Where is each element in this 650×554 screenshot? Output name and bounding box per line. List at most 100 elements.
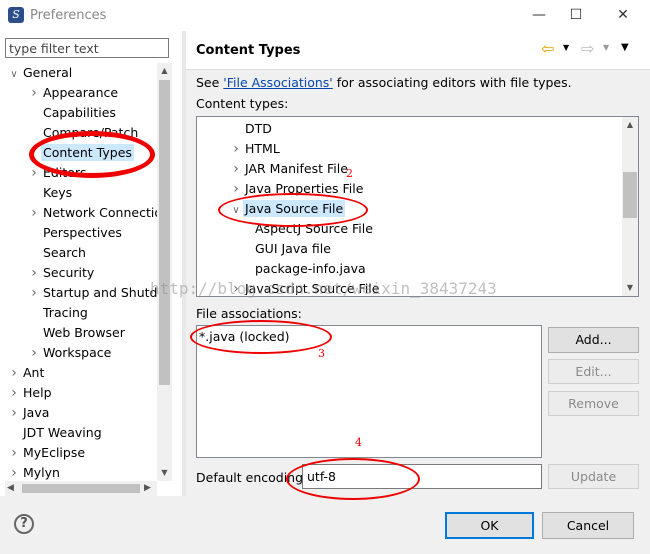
content-type-label: GUI Java file — [255, 241, 331, 256]
tree-label: Workspace — [43, 345, 112, 360]
tree-item[interactable]: › Workspace — [5, 343, 157, 363]
tree-label: Keys — [43, 185, 73, 200]
panel-divider[interactable] — [182, 31, 186, 496]
app-icon: S — [8, 7, 24, 23]
collapsed-chevron-icon[interactable]: › — [27, 203, 41, 223]
preferences-tree: ∨ General › Appearance Capabilities Compare/P… — [5, 63, 157, 481]
remove-button[interactable]: Remove — [548, 391, 639, 416]
add-button[interactable]: Add... — [548, 327, 639, 353]
collapsed-chevron-icon[interactable]: › — [7, 463, 21, 481]
tree-item[interactable]: Search — [5, 243, 157, 263]
ct-scroll-down-icon[interactable]: ▼ — [623, 283, 637, 292]
content-type-label: HTML — [245, 141, 280, 156]
content-type-item[interactable]: › HTML — [219, 139, 619, 159]
forward-arrow-icon[interactable]: ⇨ — [581, 39, 594, 58]
tree-label: MyEclipse — [23, 445, 86, 460]
content-type-item[interactable]: DTD — [219, 119, 619, 139]
collapsed-chevron-icon[interactable]: › — [27, 283, 41, 303]
tree-item[interactable]: ›Network Connections — [5, 203, 157, 223]
tree-item[interactable]: Capabilities — [5, 103, 157, 123]
annotation-ellipse-4 — [286, 458, 420, 500]
annotation-ellipse-2 — [218, 193, 368, 227]
tree-label: Appearance — [43, 85, 119, 100]
tree-label: Mylyn — [23, 465, 60, 480]
content-type-label: DTD — [245, 121, 272, 136]
tree-label: Startup and Shutdown — [43, 285, 157, 300]
tree-item[interactable]: › MyEclipse — [5, 443, 157, 463]
edit-button[interactable]: Edit... — [548, 359, 639, 384]
tree-item[interactable]: › Java — [5, 403, 157, 423]
collapsed-chevron-icon[interactable]: › — [7, 403, 21, 423]
tree-label: Web Browser — [43, 325, 125, 340]
annotation-ellipse-1 — [29, 131, 155, 178]
scroll-up-arrow-icon[interactable]: ▲ — [159, 66, 170, 75]
tree-item[interactable]: ∨ General — [5, 63, 157, 83]
tree-item[interactable]: Tracing — [5, 303, 157, 323]
forward-dropdown-icon[interactable]: ▼ — [603, 43, 609, 52]
ct-scroll-up-icon[interactable]: ▲ — [623, 120, 637, 129]
tree-label: Help — [23, 385, 52, 400]
tree-label: Search — [43, 245, 86, 260]
tree-item[interactable]: Keys — [5, 183, 157, 203]
tree-label: JDT Weaving — [23, 425, 102, 440]
content-type-item[interactable]: › JAR Manifest File — [219, 159, 619, 179]
scroll-left-arrow-icon[interactable]: ◀ — [7, 481, 14, 496]
tree-item[interactable]: ›Startup and Shutdown — [5, 283, 157, 303]
annotation-number-4: 4 — [355, 436, 362, 449]
hint-suffix: for associating editors with file types. — [332, 75, 572, 90]
ct-scroll-thumb[interactable] — [623, 172, 637, 218]
close-button[interactable]: ✕ — [605, 4, 641, 26]
tree-item[interactable]: › Security — [5, 263, 157, 283]
collapsed-chevron-icon[interactable]: › — [27, 263, 41, 283]
scroll-down-arrow-icon[interactable]: ▼ — [159, 468, 170, 477]
maximize-button[interactable]: ☐ — [558, 4, 594, 26]
page-title: Content Types — [196, 43, 301, 58]
collapsed-chevron-icon[interactable]: › — [27, 343, 41, 363]
content-types-label: Content types: — [196, 96, 289, 111]
cancel-button[interactable]: Cancel — [542, 512, 634, 539]
back-dropdown-icon[interactable]: ▼ — [563, 43, 569, 52]
expanded-chevron-icon[interactable]: ∨ — [7, 65, 21, 83]
back-arrow-icon[interactable]: ⇦ — [541, 39, 554, 58]
collapsed-chevron-icon[interactable]: › — [229, 159, 243, 179]
help-icon[interactable]: ? — [14, 514, 34, 534]
collapsed-chevron-icon[interactable]: › — [7, 383, 21, 403]
tree-item[interactable]: › Mylyn — [5, 463, 157, 481]
collapsed-chevron-icon[interactable]: › — [229, 139, 243, 159]
tree-scroll-thumb[interactable] — [159, 80, 170, 385]
annotation-number-2: 2 — [346, 167, 353, 180]
tree-item[interactable]: › Appearance — [5, 83, 157, 103]
tree-label: Ant — [23, 365, 45, 380]
tree-hscroll-thumb[interactable] — [22, 484, 140, 493]
content-type-item[interactable]: package-info.java — [219, 259, 619, 279]
tree-label: Perspectives — [43, 225, 122, 240]
window-title: Preferences — [30, 8, 107, 23]
tree-label: Security — [43, 265, 95, 280]
update-button[interactable]: Update — [548, 464, 639, 489]
tree-item[interactable]: JDT Weaving — [5, 423, 157, 443]
tree-item[interactable]: Web Browser — [5, 323, 157, 343]
tree-item[interactable]: Perspectives — [5, 223, 157, 243]
tree-label: Network Connections — [43, 205, 157, 220]
watermark-text: http://blog.csdn.net/weixin_38437243 — [150, 279, 497, 298]
content-type-item[interactable]: GUI Java file — [219, 239, 619, 259]
content-type-label: JAR Manifest File — [245, 161, 348, 176]
tree-label: Java — [23, 405, 50, 420]
annotation-ellipse-3 — [190, 320, 332, 354]
hint-prefix: See — [196, 75, 224, 90]
minimize-button[interactable]: — — [521, 4, 557, 26]
collapsed-chevron-icon[interactable]: › — [7, 443, 21, 463]
tree-label: Tracing — [43, 305, 88, 320]
collapsed-chevron-icon[interactable]: › — [229, 179, 243, 199]
view-menu-icon[interactable]: ▼ — [621, 42, 629, 53]
collapsed-chevron-icon[interactable]: › — [27, 83, 41, 103]
annotation-number-3: 3 — [318, 347, 325, 360]
collapsed-chevron-icon[interactable]: › — [7, 363, 21, 383]
tree-item[interactable]: › Help — [5, 383, 157, 403]
scroll-right-arrow-icon[interactable]: ▶ — [144, 481, 151, 496]
tree-item[interactable]: › Ant — [5, 363, 157, 383]
ok-button[interactable]: OK — [445, 512, 534, 539]
file-associations-link[interactable]: 'File Associations' — [223, 75, 332, 90]
filter-input[interactable] — [5, 38, 169, 58]
file-associations-label: File associations: — [196, 306, 302, 321]
